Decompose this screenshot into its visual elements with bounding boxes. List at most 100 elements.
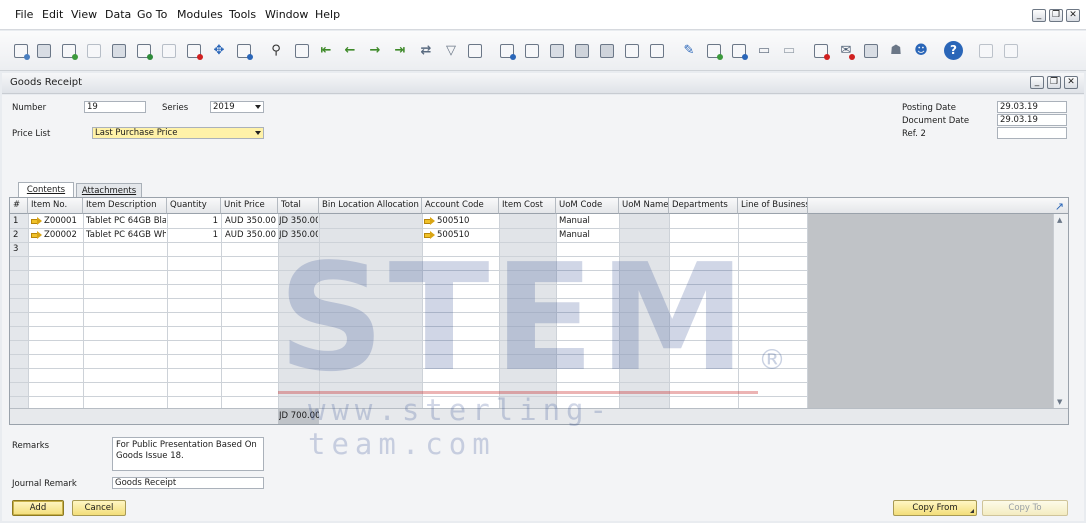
mail-alert-icon[interactable]: ✉ [837, 42, 855, 60]
next-record-icon[interactable]: → [366, 42, 384, 60]
payment-means-icon[interactable] [573, 42, 591, 60]
menu-view[interactable]: View [71, 8, 97, 21]
menu-file[interactable]: File [15, 8, 33, 21]
menu-help[interactable]: Help [315, 8, 340, 21]
quantity-cell[interactable]: 1 [168, 215, 218, 228]
item-description-cell[interactable]: Tablet PC 64GB White [86, 229, 166, 242]
ref2-field[interactable] [997, 127, 1067, 139]
expand-grid-icon[interactable]: ↗ [1055, 199, 1064, 213]
tab-contents[interactable]: Contents [18, 182, 74, 198]
item-no-cell[interactable]: Z00001 [31, 215, 83, 228]
refresh-icon[interactable]: ⇄ [417, 42, 435, 60]
last-record-icon[interactable]: ⇥ [391, 42, 409, 60]
column-header[interactable]: Item Cost [499, 198, 556, 214]
fax-icon[interactable] [110, 42, 128, 60]
number-field[interactable]: 19 [84, 101, 146, 113]
column-header[interactable]: UoM Name [619, 198, 669, 214]
export-excel-icon[interactable] [135, 42, 153, 60]
book-icon[interactable] [623, 42, 641, 60]
menu-modules[interactable]: Modules [177, 8, 223, 21]
export-word-icon[interactable] [160, 42, 178, 60]
lock-screen-icon[interactable] [235, 42, 253, 60]
menu-window[interactable]: Window [265, 8, 308, 21]
new-document-icon[interactable] [705, 42, 723, 60]
column-header[interactable]: # [10, 198, 28, 214]
filter-icon[interactable]: ▽ [442, 42, 460, 60]
window-close-icon[interactable]: ✕ [1064, 76, 1078, 89]
item-description-cell[interactable]: Tablet PC 64GB Black [86, 215, 166, 228]
journal-remark-field[interactable]: Goods Receipt [112, 477, 264, 489]
scroll-down-icon[interactable]: ▼ [1057, 398, 1062, 406]
transaction-journal-icon[interactable] [598, 42, 616, 60]
column-header[interactable]: Bin Location Allocation [319, 198, 422, 214]
settings-disabled-icon[interactable] [977, 42, 995, 60]
cancel-button[interactable]: Cancel [72, 500, 126, 516]
account-code-cell[interactable]: 500510 [424, 215, 498, 228]
link-arrow-icon[interactable] [424, 217, 435, 225]
export-pdf-icon[interactable] [185, 42, 203, 60]
account-code-cell[interactable]: 500510 [424, 229, 498, 242]
edit-pen-icon[interactable]: ✎ [680, 42, 698, 60]
add-record-icon[interactable] [293, 42, 311, 60]
add-button[interactable]: Add [12, 500, 64, 516]
app-restore-icon[interactable]: ❐ [1049, 9, 1063, 22]
link-arrow-icon[interactable] [424, 231, 435, 239]
menu-goto[interactable]: Go To [137, 8, 167, 21]
menu-data[interactable]: Data [105, 8, 131, 21]
user-icon[interactable]: ☻ [912, 42, 930, 60]
app-close-icon[interactable]: ✕ [1066, 9, 1080, 22]
base-document-icon[interactable] [498, 42, 516, 60]
column-header[interactable]: Line of Business [738, 198, 808, 214]
uom-code-cell[interactable]: Manual [559, 229, 617, 242]
previous-record-icon[interactable]: ← [341, 42, 359, 60]
vertical-scrollbar[interactable]: ▲ ▼ [1053, 214, 1068, 408]
uom-code-cell[interactable]: Manual [559, 215, 617, 228]
item-no-cell[interactable]: Z00002 [31, 229, 83, 242]
column-header[interactable]: Unit Price [221, 198, 278, 214]
preview-icon[interactable] [12, 42, 30, 60]
form-settings-icon[interactable] [1002, 42, 1020, 60]
move-icon[interactable]: ✥ [210, 42, 228, 60]
menu-tools[interactable]: Tools [229, 8, 256, 21]
column-header[interactable]: Account Code [422, 198, 499, 214]
app-minimize-icon[interactable]: _ [1032, 9, 1046, 22]
message-reply-icon[interactable]: ▭ [780, 42, 798, 60]
price-list-dropdown[interactable]: Last Purchase Price [92, 127, 264, 139]
posting-date-field[interactable]: 29.03.19 [997, 101, 1067, 113]
column-header[interactable]: UoM Code [556, 198, 619, 214]
unit-price-cell[interactable]: AUD 350.00 [222, 215, 276, 228]
approve-document-icon[interactable] [730, 42, 748, 60]
column-header[interactable]: Quantity [167, 198, 221, 214]
find-icon[interactable]: ⚲ [267, 42, 285, 60]
sort-icon[interactable] [466, 42, 484, 60]
column-header[interactable]: Total [278, 198, 319, 214]
tab-attachments[interactable]: Attachments [76, 183, 142, 198]
link-arrow-icon[interactable] [31, 217, 42, 225]
users-icon[interactable]: ☗ [887, 42, 905, 60]
calendar-icon[interactable] [862, 42, 880, 60]
copy-from-button[interactable]: Copy From [893, 500, 977, 516]
report-icon[interactable] [648, 42, 666, 60]
calendar-alert-icon[interactable] [812, 42, 830, 60]
print-layout-icon[interactable] [60, 42, 78, 60]
column-header[interactable]: Item Description [83, 198, 167, 214]
help-icon[interactable]: ? [944, 41, 963, 60]
menu-edit[interactable]: Edit [42, 8, 63, 21]
column-header[interactable]: Item No. [28, 198, 83, 214]
target-document-icon[interactable] [523, 42, 541, 60]
gross-profit-icon[interactable] [548, 42, 566, 60]
remarks-textarea[interactable]: For Public Presentation Based On Goods I… [112, 437, 264, 471]
window-restore-icon[interactable]: ❐ [1047, 76, 1061, 89]
column-header[interactable]: Departments [669, 198, 738, 214]
window-minimize-icon[interactable]: _ [1030, 76, 1044, 89]
series-dropdown[interactable]: 2019 [210, 101, 264, 113]
unit-price-cell[interactable]: AUD 350.00 [222, 229, 276, 242]
print-icon[interactable] [35, 42, 53, 60]
message-icon[interactable]: ▭ [755, 42, 773, 60]
link-arrow-icon[interactable] [31, 231, 42, 239]
first-record-icon[interactable]: ⇤ [317, 42, 335, 60]
send-icon[interactable] [85, 42, 103, 60]
quantity-cell[interactable]: 1 [168, 229, 218, 242]
document-date-field[interactable]: 29.03.19 [997, 114, 1067, 126]
scroll-up-icon[interactable]: ▲ [1057, 216, 1062, 224]
